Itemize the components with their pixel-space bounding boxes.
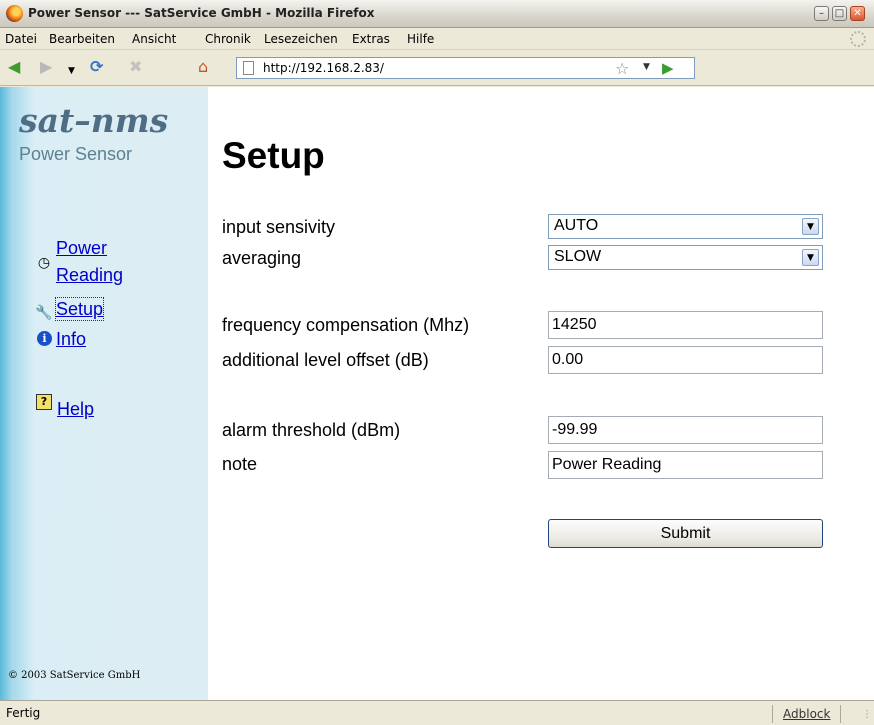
input-sensivity-value: AUTO: [554, 217, 599, 234]
status-text: Fertig: [6, 706, 41, 720]
go-icon[interactable]: ▶: [662, 59, 674, 77]
window-title: Power Sensor --- SatService GmbH - Mozil…: [28, 6, 375, 20]
label-input-sensivity: input sensivity: [222, 217, 336, 237]
close-button[interactable]: ✕: [850, 6, 865, 21]
label-averaging: averaging: [222, 248, 302, 268]
page-icon: [243, 61, 254, 75]
additional-level-offset-input[interactable]: 0.00: [548, 346, 823, 374]
menu-bar: Datei Bearbeiten Ansicht Chronik Lesezei…: [0, 28, 874, 50]
menu-ansicht[interactable]: Ansicht: [132, 32, 176, 46]
forward-icon[interactable]: ▶: [40, 59, 52, 75]
brand-logo: sat–nms: [19, 101, 169, 140]
reload-icon[interactable]: ⟳: [90, 59, 103, 75]
note-input[interactable]: Power Reading: [548, 451, 823, 479]
sidebar-link-power-reading-line2[interactable]: Reading: [56, 264, 123, 286]
sidebar-link-help[interactable]: Help: [57, 398, 94, 420]
info-icon: i: [37, 331, 52, 346]
page-content: sat–nms Power Sensor ◷ Power Reading 🔧 S…: [0, 87, 874, 700]
alarm-threshold-input[interactable]: -99.99: [548, 416, 823, 444]
menu-datei[interactable]: Datei: [5, 32, 37, 46]
meter-icon: ◷: [37, 255, 51, 271]
history-dropdown-icon[interactable]: ▼: [68, 63, 75, 79]
sidebar-link-info[interactable]: Info: [56, 328, 86, 350]
input-sensivity-select[interactable]: AUTO ▼: [548, 214, 823, 239]
label-note: note: [222, 454, 258, 474]
minimize-button[interactable]: –: [814, 6, 829, 21]
navigation-toolbar: ◀ ▶ ▼ ⟳ ✖ ⌂ http://192.168.2.83/ ☆ ▼ ▶: [0, 50, 874, 86]
label-additional-level-offset: additional level offset (dB): [222, 350, 429, 370]
throbber-icon: [850, 31, 866, 47]
submit-button[interactable]: Submit: [548, 519, 823, 548]
menu-bearbeiten[interactable]: Bearbeiten: [49, 32, 115, 46]
menu-extras[interactable]: Extras: [352, 32, 390, 46]
brand-subtitle: Power Sensor: [19, 144, 133, 164]
window-title-bar: Power Sensor --- SatService GmbH - Mozil…: [0, 0, 874, 28]
label-alarm-threshold: alarm threshold (dBm): [222, 420, 401, 440]
page-title: Setup: [222, 135, 325, 176]
resize-grip-icon[interactable]: ⋮: [862, 709, 872, 720]
menu-lesezeichen[interactable]: Lesezeichen: [264, 32, 338, 46]
frequency-compensation-input[interactable]: 14250: [548, 311, 823, 339]
sidebar-link-power-reading-line1[interactable]: Power: [56, 237, 107, 259]
chevron-down-icon[interactable]: ▼: [802, 218, 819, 235]
stop-icon[interactable]: ✖: [129, 59, 142, 75]
back-icon[interactable]: ◀: [8, 59, 20, 75]
adblock-button[interactable]: Adblock: [772, 705, 842, 723]
wrench-icon: 🔧: [35, 305, 53, 321]
url-dropdown-icon[interactable]: ▼: [643, 62, 650, 72]
averaging-select[interactable]: SLOW ▼: [548, 245, 823, 270]
sidebar-link-setup[interactable]: Setup: [54, 297, 105, 321]
url-bar[interactable]: http://192.168.2.83/ ☆ ▼ ▶: [236, 57, 695, 79]
firefox-icon: [6, 5, 23, 22]
copyright-text: © 2003 SatService GmbH: [8, 670, 141, 681]
maximize-button[interactable]: □: [832, 6, 847, 21]
menu-hilfe[interactable]: Hilfe: [407, 32, 434, 46]
chevron-down-icon[interactable]: ▼: [802, 249, 819, 266]
averaging-value: SLOW: [554, 248, 602, 265]
menu-chronik[interactable]: Chronik: [205, 32, 251, 46]
url-text: http://192.168.2.83/: [263, 61, 384, 75]
sidebar: sat–nms Power Sensor ◷ Power Reading 🔧 S…: [0, 87, 208, 700]
help-icon: ?: [36, 394, 52, 410]
label-frequency-compensation: frequency compensation (Mhz): [222, 315, 470, 335]
bookmark-star-icon[interactable]: ☆: [615, 59, 629, 78]
status-bar: Fertig Adblock ⋮: [0, 700, 874, 725]
home-icon[interactable]: ⌂: [198, 59, 208, 75]
